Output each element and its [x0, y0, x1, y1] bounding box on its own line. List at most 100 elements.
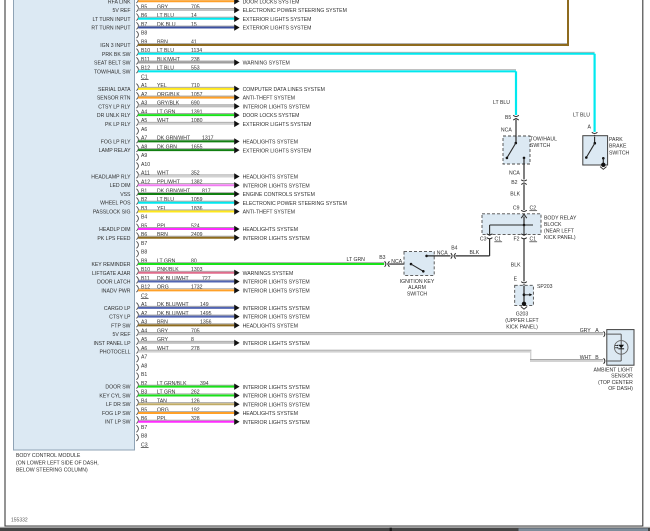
svg-text:(UPPER LEFT: (UPPER LEFT [505, 318, 539, 324]
svg-text:BLOCK: BLOCK [544, 222, 562, 228]
svg-text:ALARM: ALARM [408, 285, 426, 291]
svg-text:WARNINGS SYSTEM: WARNINGS SYSTEM [243, 271, 294, 277]
svg-text:CARGO LP: CARGO LP [104, 306, 131, 312]
svg-text:B: B [595, 355, 599, 361]
svg-text:CTSY LP RLY: CTSY LP RLY [98, 104, 131, 110]
svg-text:HEADLIGHTS SYSTEM: HEADLIGHTS SYSTEM [243, 227, 298, 233]
svg-text:BELOW STEERING COLUMN): BELOW STEERING COLUMN) [16, 467, 88, 473]
svg-text:HEADLIGHTS SYSTEM: HEADLIGHTS SYSTEM [243, 140, 298, 146]
svg-text:EXTERIOR LIGHTS SYSTEM: EXTERIOR LIGHTS SYSTEM [243, 26, 312, 32]
svg-text:B1: B1 [141, 372, 147, 378]
svg-text:INTERIOR LIGHTS SYSTEM: INTERIOR LIGHTS SYSTEM [243, 394, 310, 400]
svg-text:OF DASH): OF DASH) [608, 386, 633, 392]
svg-text:5V REF: 5V REF [113, 332, 131, 338]
svg-text:KICK PANEL): KICK PANEL) [506, 324, 538, 330]
svg-text:F2: F2 [514, 237, 520, 243]
svg-text:AMBIENT LIGHT: AMBIENT LIGHT [593, 367, 633, 373]
svg-text:COMPUTER DATA LINES SYSTEM: COMPUTER DATA LINES SYSTEM [243, 87, 325, 93]
svg-text:INTERIOR LIGHTS SYSTEM: INTERIOR LIGHTS SYSTEM [243, 341, 310, 347]
svg-text:INTERIOR LIGHTS SYSTEM: INTERIOR LIGHTS SYSTEM [243, 104, 310, 110]
svg-text:INTERIOR LIGHTS SYSTEM: INTERIOR LIGHTS SYSTEM [243, 306, 310, 312]
svg-text:WHT: WHT [580, 355, 593, 361]
svg-text:DOOR LOCKS SYSTEM: DOOR LOCKS SYSTEM [243, 0, 300, 5]
svg-text:KICK PANEL): KICK PANEL) [544, 235, 576, 241]
svg-text:DR UNLK RLY: DR UNLK RLY [97, 113, 131, 119]
svg-text:IGNITION KEY: IGNITION KEY [400, 279, 435, 285]
svg-text:ELECTRONIC POWER STEERING SYST: ELECTRONIC POWER STEERING SYSTEM [243, 201, 347, 207]
svg-text:BLK: BLK [510, 191, 520, 197]
svg-text:CTSY LP: CTSY LP [109, 315, 131, 321]
svg-text:SENSOR: SENSOR [611, 374, 633, 380]
svg-text:LT BLU: LT BLU [493, 100, 510, 106]
svg-text:B5: B5 [505, 115, 511, 121]
svg-text:DOOR LOCKS SYSTEM: DOOR LOCKS SYSTEM [243, 113, 300, 119]
svg-text:SP203: SP203 [537, 284, 553, 290]
svg-text:C9: C9 [513, 206, 520, 212]
svg-text:FTP SW: FTP SW [111, 323, 130, 329]
svg-text:TOW/HAUL: TOW/HAUL [530, 136, 557, 142]
svg-text:B8: B8 [141, 31, 147, 37]
svg-text:INTERIOR LIGHTS SYSTEM: INTERIOR LIGHTS SYSTEM [243, 280, 310, 286]
svg-text:KEY CYL SW: KEY CYL SW [99, 393, 130, 399]
svg-text:BLK: BLK [470, 250, 480, 256]
svg-text:WHEEL POS: WHEEL POS [100, 201, 131, 207]
svg-text:FOG LP RLY: FOG LP RLY [101, 139, 131, 145]
svg-text:155332: 155332 [11, 518, 28, 524]
svg-text:ANTI-THEFT SYSTEM: ANTI-THEFT SYSTEM [243, 210, 295, 216]
svg-text:INTERIOR LIGHTS SYSTEM: INTERIOR LIGHTS SYSTEM [243, 385, 310, 391]
svg-text:VSS: VSS [120, 192, 131, 198]
svg-text:NCA: NCA [509, 171, 520, 177]
svg-text:SWITCH: SWITCH [609, 150, 630, 156]
svg-text:INADV PWR: INADV PWR [101, 288, 130, 294]
svg-text:BRAKE: BRAKE [609, 144, 627, 150]
svg-text:BLK: BLK [511, 263, 521, 269]
svg-text:EXTERIOR LIGHTS SYSTEM: EXTERIOR LIGHTS SYSTEM [243, 122, 312, 128]
svg-text:B3: B3 [379, 255, 385, 261]
svg-text:PASSLOCK SIG: PASSLOCK SIG [93, 209, 131, 215]
svg-text:NCA: NCA [437, 251, 448, 257]
svg-text:INTERIOR LIGHTS SYSTEM: INTERIOR LIGHTS SYSTEM [243, 315, 310, 321]
svg-text:PK LP RLY: PK LP RLY [105, 122, 131, 128]
svg-text:B7: B7 [141, 241, 147, 247]
svg-text:KEY REMINDER: KEY REMINDER [91, 262, 130, 268]
svg-text:INT LP SW: INT LP SW [105, 420, 131, 426]
svg-text:BODY CONTROL MODULE: BODY CONTROL MODULE [16, 453, 81, 459]
svg-text:B8: B8 [141, 434, 147, 440]
svg-text:SERIAL DATA: SERIAL DATA [98, 87, 131, 93]
svg-text:LIFTGATE AJAR: LIFTGATE AJAR [92, 271, 131, 277]
svg-text:SWITCH: SWITCH [530, 143, 551, 149]
svg-text:WARNING SYSTEM: WARNING SYSTEM [243, 61, 290, 67]
svg-text:DOOR LATCH: DOOR LATCH [97, 280, 131, 286]
svg-text:A8: A8 [141, 363, 147, 369]
svg-text:B2: B2 [511, 180, 517, 186]
svg-text:HEADLAMP RLY: HEADLAMP RLY [91, 174, 131, 180]
svg-text:EXTERIOR LIGHTS SYSTEM: EXTERIOR LIGHTS SYSTEM [243, 17, 312, 23]
svg-text:SENSOR RTN: SENSOR RTN [97, 96, 131, 102]
svg-text:PK LPS FEED: PK LPS FEED [97, 236, 130, 242]
svg-text:(ON LOWER LEFT SIDE OF DASH,: (ON LOWER LEFT SIDE OF DASH, [16, 460, 99, 466]
svg-text:EXTERIOR LIGHTS SYSTEM: EXTERIOR LIGHTS SYSTEM [243, 148, 312, 154]
svg-text:G203: G203 [516, 311, 529, 317]
svg-text:INTERIOR LIGHTS SYSTEM: INTERIOR LIGHTS SYSTEM [243, 402, 310, 408]
svg-text:BODY RELAY: BODY RELAY [544, 216, 577, 222]
svg-text:NCA: NCA [501, 127, 512, 133]
svg-text:ENGINE CONTROLS SYSTEM: ENGINE CONTROLS SYSTEM [243, 192, 315, 198]
svg-text:PRK BK SW: PRK BK SW [102, 52, 131, 58]
svg-text:SEAT BELT SW: SEAT BELT SW [94, 61, 131, 67]
svg-text:A: A [595, 328, 599, 334]
svg-text:INST PANEL LP: INST PANEL LP [93, 341, 131, 347]
svg-text:(NEAR LEFT: (NEAR LEFT [544, 229, 575, 235]
svg-text:C3: C3 [480, 237, 487, 243]
svg-text:PHOTOCELL: PHOTOCELL [99, 350, 130, 356]
svg-text:RFA LINK: RFA LINK [108, 0, 131, 5]
svg-text:B4: B4 [141, 215, 147, 221]
svg-text:5V REF: 5V REF [113, 8, 131, 14]
svg-text:HEADLIGHTS SYSTEM: HEADLIGHTS SYSTEM [243, 323, 298, 329]
svg-text:SWITCH: SWITCH [407, 291, 428, 297]
svg-text:INTERIOR LIGHTS SYSTEM: INTERIOR LIGHTS SYSTEM [243, 420, 310, 426]
svg-text:HEADLP DIM: HEADLP DIM [99, 227, 130, 233]
svg-text:DOOR SW: DOOR SW [105, 385, 130, 391]
svg-text:A7: A7 [141, 355, 147, 361]
svg-text:PARK: PARK [609, 137, 623, 143]
svg-text:LF DR SW: LF DR SW [106, 402, 131, 408]
